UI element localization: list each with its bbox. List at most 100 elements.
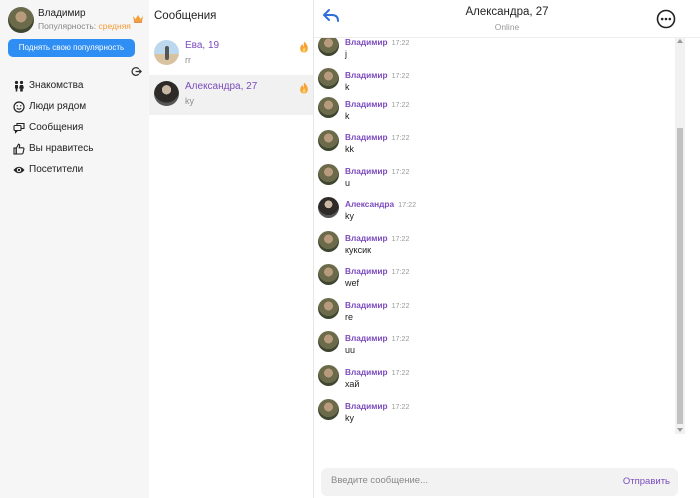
message: Владимир 17:22 wef [318, 264, 658, 296]
nav-label: Люди рядом [29, 101, 87, 112]
popularity-text: Популярность: средняя [38, 21, 131, 31]
conversation-item[interactable]: Ева, 19 rr [149, 34, 313, 74]
avatar [318, 365, 339, 386]
message-author: Владимир 17:22 [345, 99, 410, 109]
message: Владимир 17:22 kk [318, 130, 658, 162]
message-time: 17:22 [391, 133, 410, 142]
boost-popularity-button[interactable]: Поднять свою популярность [8, 39, 135, 57]
chat-icon [13, 122, 25, 134]
message-time: 17:22 [391, 301, 410, 310]
message-author: Владимир 17:22 [345, 300, 410, 310]
conversation-list: Сообщения Ева, 19 rr Александра, 27 ky [149, 0, 314, 498]
nav-label: Посетители [29, 164, 84, 175]
message-author: Владимир 17:22 [345, 333, 410, 343]
message-text: ky [345, 413, 354, 423]
nav-label: Вы нравитесь [29, 143, 94, 154]
message: Владимир 17:22 u [318, 164, 658, 196]
message-author: Владимир 17:22 [345, 401, 410, 411]
message-text: u [345, 178, 351, 188]
message-time: 17:22 [391, 167, 410, 176]
chat-header: Александра, 27 Online [314, 0, 700, 38]
message-text: kk [345, 144, 354, 154]
message-time: 17:22 [391, 71, 410, 80]
message: Владимир 17:22 k [318, 68, 658, 100]
avatar [318, 399, 339, 420]
smile-icon [13, 100, 25, 113]
message-time: 17:22 [391, 334, 410, 343]
message-author: Александра 17:22 [345, 199, 417, 209]
scroll-up-arrow-icon[interactable] [677, 39, 683, 43]
message-time: 17:22 [391, 368, 410, 377]
nav-item-messages[interactable]: Сообщения [13, 117, 138, 138]
crown-icon[interactable] [132, 14, 144, 23]
avatar [318, 68, 339, 89]
app-window: Владимир Популярность: средняя Поднять с… [0, 0, 700, 498]
message-time: 17:22 [391, 234, 410, 243]
message-text: re [345, 312, 354, 322]
nav-label: Сообщения [29, 122, 84, 133]
avatar [318, 38, 339, 56]
message-text: k [345, 111, 350, 121]
message-text: j [345, 49, 347, 59]
avatar [154, 40, 179, 65]
message: Александра 17:22 ky [318, 197, 658, 229]
conversation-item-active[interactable]: Александра, 27 ky [149, 75, 313, 115]
nav-item-dating[interactable]: Знакомства [13, 75, 138, 96]
message-text: uu [345, 345, 356, 355]
send-button[interactable]: Отправить [623, 476, 670, 487]
message-time: 17:22 [391, 100, 410, 109]
message: Владимир 17:22 j [318, 38, 658, 67]
nav-label: Знакомства [29, 80, 84, 91]
eye-icon [13, 166, 25, 173]
nav-item-likes[interactable]: Вы нравитесь [13, 138, 138, 159]
avatar [318, 164, 339, 185]
thumbs-up-icon [13, 143, 25, 155]
message-list: Владимир 17:22 j Владимир 17:22 k Владимир… [314, 38, 676, 432]
avatar [318, 264, 339, 285]
message-time: 17:22 [398, 200, 417, 209]
message-input[interactable] [331, 475, 591, 486]
chat-title: Александра, 27 [465, 6, 549, 18]
conversation-last-message: rr [185, 55, 191, 65]
message-author: Владимир 17:22 [345, 367, 410, 377]
message: Владимир 17:22 re [318, 298, 658, 330]
profile-name: Владимир [38, 8, 86, 19]
profile-card[interactable]: Владимир Популярность: средняя [8, 7, 143, 33]
avatar[interactable] [8, 7, 34, 33]
nav-item-visitors[interactable]: Посетители [13, 159, 138, 180]
message-text: ky [345, 211, 354, 221]
conversation-name: Ева, 19 [185, 40, 220, 51]
sidebar: Владимир Популярность: средняя Поднять с… [0, 0, 149, 498]
message-text: wef [345, 278, 360, 288]
message-author: Владимир 17:22 [345, 38, 410, 47]
more-options-icon[interactable] [656, 9, 676, 29]
message-time: 17:22 [391, 267, 410, 276]
message-author: Владимир 17:22 [345, 166, 410, 176]
avatar [154, 81, 179, 106]
message-author: Владимир 17:22 [345, 70, 410, 80]
scrollbar-thumb[interactable] [677, 128, 683, 424]
avatar [318, 97, 339, 118]
message-time: 17:22 [391, 38, 410, 47]
avatar [318, 231, 339, 252]
message: Владимир 17:22 куксик [318, 231, 658, 263]
message: Владимир 17:22 uu [318, 331, 658, 363]
chat-panel: Александра, 27 Online Владимир 17:22 j Вл… [314, 0, 700, 498]
conversation-last-message: ky [185, 96, 194, 106]
conversation-name: Александра, 27 [185, 81, 258, 92]
avatar [318, 331, 339, 352]
conversations-title: Сообщения [154, 10, 217, 22]
avatar [318, 298, 339, 319]
avatar [318, 197, 339, 218]
message: Владимир 17:22 ky [318, 399, 658, 431]
message: Владимир 17:22 хай [318, 365, 658, 397]
popularity-label: Популярность: [38, 21, 97, 31]
message-scrollbar[interactable] [675, 38, 685, 434]
nav-item-nearby[interactable]: Люди рядом [13, 96, 138, 117]
message-text: куксик [345, 245, 372, 255]
message-text: k [345, 82, 350, 92]
avatar [318, 130, 339, 151]
message-text: хай [345, 379, 360, 389]
main-nav: Знакомства Люди рядом Сообщения Вы нрави… [13, 75, 138, 180]
scroll-down-arrow-icon[interactable] [677, 428, 683, 432]
